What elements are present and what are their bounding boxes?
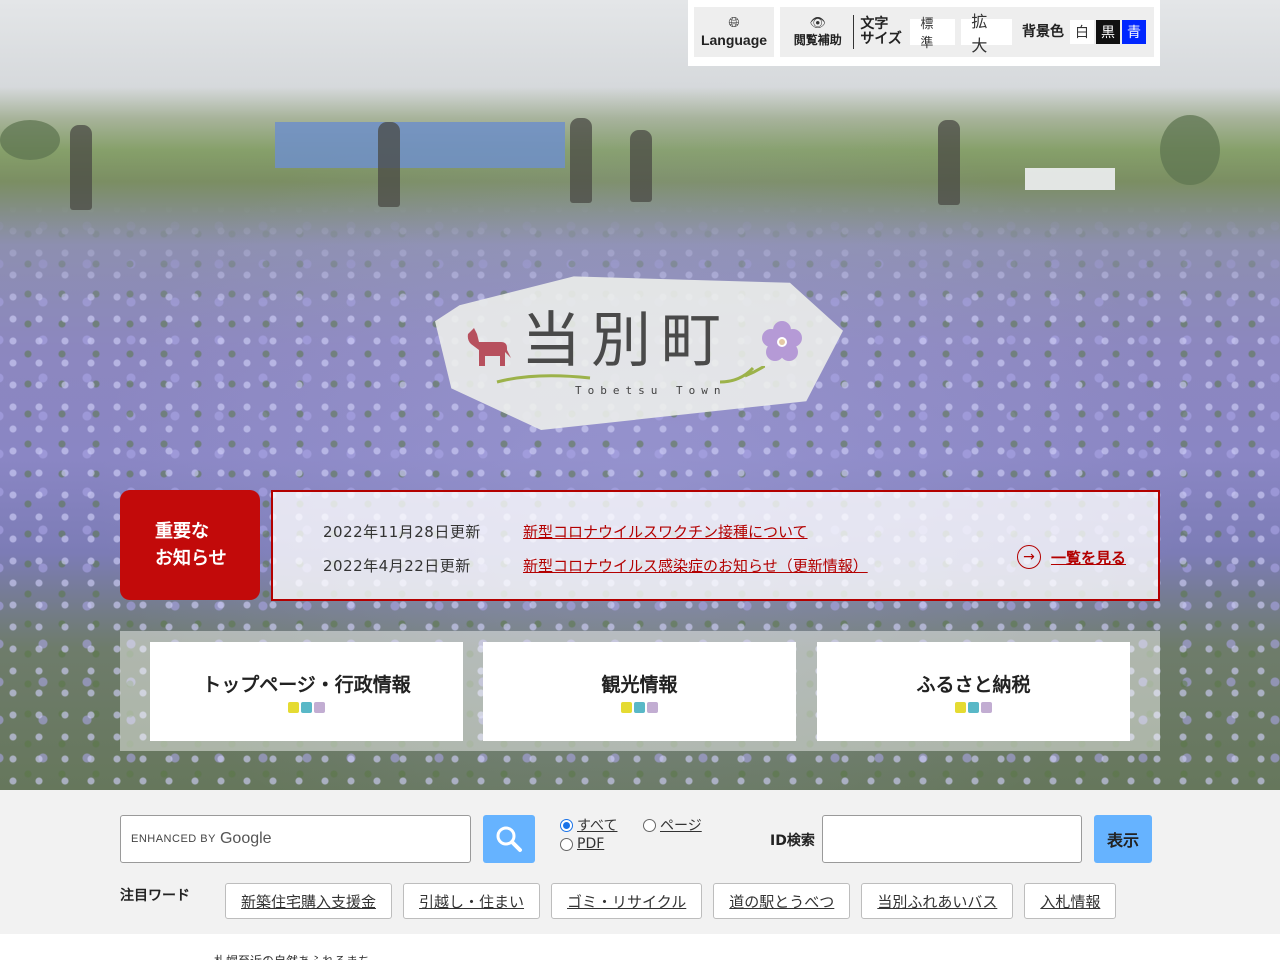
- hero-person: [630, 130, 652, 202]
- keyword-link[interactable]: 新築住宅購入支援金: [225, 883, 393, 919]
- notice-heading-text: 重要な お知らせ: [155, 521, 227, 569]
- hero-tree: [0, 120, 60, 160]
- font-size-label: 文字 サイズ: [860, 17, 904, 47]
- keyword-link[interactable]: ゴミ・リサイクル: [551, 883, 703, 919]
- see-all-label: 一覧を見る: [1051, 548, 1127, 567]
- id-search-input[interactable]: [822, 815, 1082, 863]
- reading-assist-label: 閲覧補助: [793, 32, 842, 47]
- main-nav: トップページ・行政情報 観光情報 ふるさと納税: [120, 631, 1160, 751]
- notice-link[interactable]: 新型コロナウイルスワクチン接種について: [523, 521, 808, 542]
- hero-person: [938, 120, 960, 205]
- scope-all-radio[interactable]: すべて: [560, 815, 617, 835]
- language-label: Language: [700, 32, 768, 48]
- id-search-label: ID検索: [770, 833, 815, 849]
- bg-color-blue-button[interactable]: 青: [1122, 20, 1146, 44]
- bg-color-label: 背景色: [1022, 23, 1064, 40]
- hero-person: [570, 118, 592, 203]
- site-search-input[interactable]: ENHANCED BY Google: [120, 815, 471, 863]
- search-brand-prefix: ENHANCED BY: [131, 833, 216, 845]
- bg-color-black-button[interactable]: 黒: [1096, 20, 1120, 44]
- eye-icon: 👁︎: [809, 15, 826, 31]
- scope-label: ページ: [660, 818, 702, 834]
- keyword-link[interactable]: 入札情報: [1024, 883, 1117, 919]
- language-button[interactable]: 🌐︎ Language: [694, 7, 774, 57]
- font-size-label-text: 文字 サイズ: [860, 16, 902, 47]
- nav-card-dots: [288, 702, 325, 713]
- arrow-right-icon: →: [1017, 545, 1041, 569]
- globe-icon: 🌐︎: [728, 15, 740, 31]
- radio-icon: [643, 818, 656, 832]
- utility-bar: 🌐︎ Language 👁︎ 閲覧補助 文字 サイズ 標準 拡大 背景色 白 黒…: [688, 0, 1160, 66]
- important-notice-heading: 重要な お知らせ: [120, 490, 260, 600]
- notice-item: 2022年11月28日更新 新型コロナウイルスワクチン接種について: [323, 521, 808, 542]
- bg-color-white-button[interactable]: 白: [1070, 20, 1094, 44]
- horse-icon: [467, 328, 511, 366]
- notice-link[interactable]: 新型コロナウイルス感染症のお知らせ（更新情報）: [523, 555, 868, 576]
- notice-date: 2022年11月28日更新: [323, 523, 481, 541]
- nav-card-admin[interactable]: トップページ・行政情報: [150, 642, 463, 741]
- nav-card-tourism[interactable]: 観光情報: [483, 642, 796, 741]
- font-size-large-button[interactable]: 拡大: [961, 12, 1012, 55]
- search-brand-name: Google: [219, 830, 272, 847]
- keyword-link[interactable]: 当別ふれあいバス: [861, 883, 1014, 919]
- nav-card-title: トップページ・行政情報: [202, 674, 411, 696]
- keyword-link[interactable]: 道の駅とうべつ: [713, 883, 851, 919]
- flower-icon: [762, 321, 802, 361]
- bg-color-options: 白 黒 青: [1070, 20, 1146, 44]
- search-button[interactable]: [483, 815, 535, 863]
- tagline-text: 札幌至近の自然あふれるまち: [214, 952, 370, 960]
- keyword-link[interactable]: 引越し・住まい: [403, 883, 541, 919]
- nav-card-title: 観光情報: [601, 674, 678, 696]
- scope-page-radio[interactable]: ページ: [643, 815, 702, 835]
- notice-item: 2022年4月22日更新 新型コロナウイルス感染症のお知らせ（更新情報）: [323, 555, 868, 576]
- scope-label: PDF: [577, 836, 605, 852]
- logo-subtitle: Tobetsu Town: [575, 384, 727, 397]
- hero-building: [275, 122, 565, 168]
- hero-person: [378, 122, 400, 207]
- nav-card-dots: [955, 702, 992, 713]
- id-search-show-button[interactable]: 表示: [1094, 815, 1152, 863]
- section-peek: 札幌至近の自然あふれるまち: [0, 934, 1280, 960]
- hero-tree: [1160, 115, 1220, 185]
- nav-card-furusato-tax[interactable]: ふるさと納税: [817, 642, 1130, 741]
- reading-assist-button[interactable]: 👁︎ 閲覧補助: [788, 15, 847, 48]
- hero-person: [70, 125, 92, 210]
- logo-title: 当別町: [521, 306, 731, 376]
- search-icon: [496, 826, 522, 852]
- hero-building-small: [1025, 168, 1115, 190]
- keywords-label: 注目ワード: [120, 888, 190, 904]
- radio-selected-icon: [560, 818, 573, 832]
- keyword-list: 新築住宅購入支援金 引越し・住まい ゴミ・リサイクル 道の駅とうべつ 当別ふれあ…: [225, 883, 1117, 919]
- nav-card-dots: [621, 702, 658, 713]
- divider: [853, 15, 855, 49]
- important-notice-panel: 2022年11月28日更新 新型コロナウイルスワクチン接種について 2022年4…: [271, 490, 1160, 601]
- scope-label: すべて: [577, 818, 618, 834]
- see-all-link[interactable]: → 一覧を見る: [1017, 545, 1126, 569]
- scope-pdf-radio[interactable]: PDF: [560, 836, 604, 852]
- notice-date: 2022年4月22日更新: [323, 557, 471, 575]
- radio-icon: [560, 837, 573, 851]
- font-size-standard-button[interactable]: 標準: [910, 17, 956, 51]
- search-area: ENHANCED BY Google すべて ページ PDF ID検索 表示 注…: [0, 790, 1280, 934]
- nav-card-title: ふるさと納税: [916, 674, 1031, 696]
- accessibility-controls: 👁︎ 閲覧補助 文字 サイズ 標準 拡大 背景色 白 黒 青: [780, 7, 1154, 57]
